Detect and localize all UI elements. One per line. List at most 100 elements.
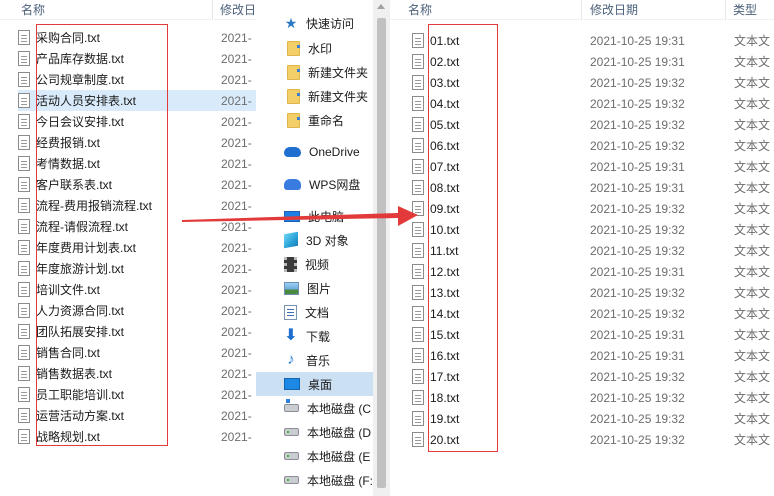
- file-row[interactable]: 今日会议安排.txt 2021-: [18, 111, 256, 132]
- file-type: 文本文: [734, 55, 771, 69]
- nav-item-label: 重命名: [308, 113, 345, 128]
- txt-file-icon: [18, 198, 30, 213]
- column-header-date[interactable]: 修改日期: [583, 0, 726, 20]
- file-row[interactable]: 01.txt 2021-10-25 19:31 文本文: [412, 30, 774, 51]
- file-date: 2021-: [221, 366, 252, 381]
- file-name: 20.txt: [430, 432, 460, 447]
- file-name: 年度旅游计划.txt: [36, 262, 125, 276]
- file-date: 2021-10-25 19:31: [590, 348, 685, 363]
- file-row[interactable]: 05.txt 2021-10-25 19:32 文本文: [412, 114, 774, 135]
- nav-item[interactable]: 本地磁盘 (E: [256, 444, 373, 468]
- nav-item-label: 本地磁盘 (E: [307, 449, 371, 464]
- file-name: 产品库存数据.txt: [36, 52, 125, 66]
- file-type: 文本文: [734, 139, 771, 153]
- nav-item[interactable]: 此电脑: [256, 204, 373, 228]
- nav-item[interactable]: ★ 快速访问: [256, 11, 373, 35]
- file-row[interactable]: 02.txt 2021-10-25 19:31 文本文: [412, 51, 774, 72]
- nav-item-label: WPS网盘: [309, 177, 361, 192]
- nav-item[interactable]: 新建文件夹: [256, 84, 373, 108]
- file-row[interactable]: 09.txt 2021-10-25 19:32 文本文: [412, 198, 774, 219]
- file-row[interactable]: 流程-费用报销流程.txt 2021-: [18, 195, 256, 216]
- file-row[interactable]: 19.txt 2021-10-25 19:32 文本文: [412, 408, 774, 429]
- column-header-name[interactable]: 名称: [0, 0, 213, 20]
- nav-item[interactable]: ♪ 音乐: [256, 348, 373, 372]
- file-date: 2021-10-25 19:32: [590, 432, 685, 447]
- file-row[interactable]: 11.txt 2021-10-25 19:32 文本文: [412, 240, 774, 261]
- file-name: 19.txt: [430, 411, 460, 426]
- file-row[interactable]: 流程-请假流程.txt 2021-: [18, 216, 256, 237]
- file-row[interactable]: 年度旅游计划.txt 2021-: [18, 258, 256, 279]
- file-row[interactable]: 10.txt 2021-10-25 19:32 文本文: [412, 219, 774, 240]
- file-type: 文本文: [734, 391, 771, 405]
- file-row[interactable]: 18.txt 2021-10-25 19:32 文本文: [412, 387, 774, 408]
- file-row[interactable]: 08.txt 2021-10-25 19:31 文本文: [412, 177, 774, 198]
- file-row[interactable]: 公司规章制度.txt 2021-: [18, 69, 256, 90]
- nav-item-label: 图片: [307, 281, 332, 296]
- file-row[interactable]: 采购合同.txt 2021-: [18, 27, 256, 48]
- nav-item[interactable]: 本地磁盘 (F:: [256, 468, 373, 492]
- nav-item[interactable]: 水印: [256, 36, 373, 60]
- file-date: 2021-: [221, 156, 252, 171]
- nav-item[interactable]: 新建文件夹: [256, 60, 373, 84]
- nav-scrollbar[interactable]: [373, 0, 390, 496]
- file-row[interactable]: 12.txt 2021-10-25 19:31 文本文: [412, 261, 774, 282]
- file-row[interactable]: 17.txt 2021-10-25 19:32 文本文: [412, 366, 774, 387]
- txt-file-icon: [18, 135, 30, 150]
- file-name: 运营活动方案.txt: [36, 409, 125, 423]
- file-row[interactable]: 培训文件.txt 2021-: [18, 279, 256, 300]
- column-header-name[interactable]: 名称: [390, 0, 582, 20]
- file-row[interactable]: 产品库存数据.txt 2021-: [18, 48, 256, 69]
- local-disk-icon: [284, 428, 299, 436]
- file-row[interactable]: 06.txt 2021-10-25 19:32 文本文: [412, 135, 774, 156]
- nav-item[interactable]: 视频: [256, 252, 373, 276]
- nav-item[interactable]: 图片: [256, 276, 373, 300]
- file-row[interactable]: 人力资源合同.txt 2021-: [18, 300, 256, 321]
- file-row[interactable]: 员工职能培训.txt 2021-: [18, 384, 256, 405]
- file-row[interactable]: 销售数据表.txt 2021-: [18, 363, 256, 384]
- file-row[interactable]: 考情数据.txt 2021-: [18, 153, 256, 174]
- file-row[interactable]: 年度费用计划表.txt 2021-: [18, 237, 256, 258]
- file-date: 2021-: [221, 93, 252, 108]
- txt-file-icon: [18, 156, 30, 171]
- nav-item-label: 3D 对象: [306, 233, 349, 248]
- file-row[interactable]: 客户联系表.txt 2021-: [18, 174, 256, 195]
- nav-item[interactable]: 桌面: [256, 372, 373, 396]
- column-header-type[interactable]: 类型: [727, 0, 774, 20]
- txt-file-icon: [412, 96, 424, 111]
- scroll-up-icon[interactable]: [377, 4, 385, 9]
- file-row[interactable]: 14.txt 2021-10-25 19:32 文本文: [412, 303, 774, 324]
- file-type: 文本文: [734, 223, 771, 237]
- file-row[interactable]: 活动人员安排表.txt 2021-: [18, 90, 256, 111]
- file-name: 12.txt: [430, 264, 460, 279]
- file-type: 文本文: [734, 97, 771, 111]
- txt-file-icon: [18, 51, 30, 66]
- file-row[interactable]: 经费报销.txt 2021-: [18, 132, 256, 153]
- file-date: 2021-10-25 19:32: [590, 390, 685, 405]
- file-date: 2021-10-25 19:32: [590, 243, 685, 258]
- file-row[interactable]: 运营活动方案.txt 2021-: [18, 405, 256, 426]
- file-row[interactable]: 03.txt 2021-10-25 19:32 文本文: [412, 72, 774, 93]
- file-name: 培训文件.txt: [36, 283, 101, 297]
- file-row[interactable]: 15.txt 2021-10-25 19:31 文本文: [412, 324, 774, 345]
- nav-item[interactable]: WPS网盘: [256, 172, 373, 196]
- scrollbar-thumb[interactable]: [377, 18, 386, 488]
- nav-item[interactable]: 本地磁盘 (D: [256, 420, 373, 444]
- nav-item[interactable]: ⬇ 下载: [256, 324, 373, 348]
- file-row[interactable]: 07.txt 2021-10-25 19:31 文本文: [412, 156, 774, 177]
- nav-item-label: OneDrive: [309, 145, 360, 159]
- nav-item[interactable]: 本地磁盘 (C: [256, 396, 373, 420]
- nav-item[interactable]: 3D 对象: [256, 228, 373, 252]
- file-row[interactable]: 20.txt 2021-10-25 19:32 文本文: [412, 429, 774, 450]
- file-row[interactable]: 13.txt 2021-10-25 19:32 文本文: [412, 282, 774, 303]
- file-row[interactable]: 16.txt 2021-10-25 19:31 文本文: [412, 345, 774, 366]
- folder-icon: [287, 40, 300, 56]
- nav-item[interactable]: OneDrive: [256, 140, 373, 164]
- nav-item[interactable]: 文档: [256, 300, 373, 324]
- file-row[interactable]: 销售合同.txt 2021-: [18, 342, 256, 363]
- file-row[interactable]: 团队拓展安排.txt 2021-: [18, 321, 256, 342]
- txt-file-icon: [18, 30, 30, 45]
- file-row[interactable]: 战略规划.txt 2021-: [18, 426, 256, 447]
- file-row[interactable]: 04.txt 2021-10-25 19:32 文本文: [412, 93, 774, 114]
- nav-item[interactable]: 重命名: [256, 108, 373, 132]
- column-header-date[interactable]: 修改日: [214, 0, 256, 20]
